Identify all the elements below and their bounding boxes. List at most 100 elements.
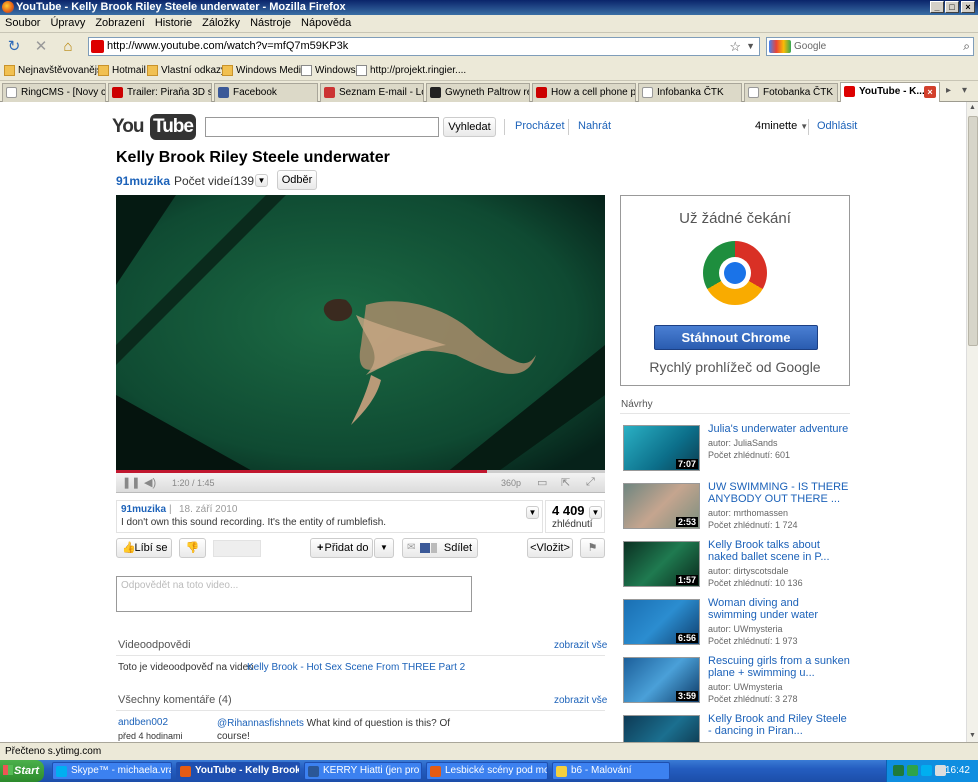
suggestion-title[interactable]: UW SWIMMING - IS THERE ANYBODY OUT THERE… xyxy=(708,481,850,505)
tab[interactable]: Seznam E-mail - Login xyxy=(320,83,424,102)
menu-view[interactable]: Zobrazení xyxy=(90,15,150,29)
search-bar[interactable]: Google ⌕ xyxy=(766,37,974,56)
menu-history[interactable]: Historie xyxy=(150,15,197,29)
suggestion-item[interactable]: 2:53 UW SWIMMING - IS THERE ANYBODY OUT … xyxy=(621,481,851,535)
close-tab-icon[interactable]: × xyxy=(924,86,936,98)
bookmark-star-icon[interactable]: ☆ xyxy=(729,38,741,55)
reload-icon[interactable]: ↻ xyxy=(5,38,23,56)
tab-active[interactable]: YouTube - K... × xyxy=(840,82,940,103)
close-window-button[interactable]: × xyxy=(961,1,975,13)
flag-icon[interactable]: ⚑ xyxy=(580,538,605,558)
dislike-button[interactable]: 👎 xyxy=(179,538,206,558)
suggestion-title[interactable]: Julia's underwater adventure xyxy=(708,423,850,435)
progress-bar[interactable] xyxy=(116,470,605,473)
tab[interactable]: Infobanka ČTK xyxy=(638,83,742,102)
pause-icon[interactable]: ❚❚ xyxy=(122,476,140,489)
embed-button[interactable]: <Vložit> xyxy=(527,538,573,558)
comment-mention[interactable]: @Rihannasfishnets xyxy=(217,718,304,729)
youtube-logo[interactable]: You Tube xyxy=(112,114,196,140)
share-button[interactable]: ✉ Sdílet xyxy=(402,538,478,558)
maximize-button[interactable]: □ xyxy=(945,1,959,13)
suggestion-thumbnail[interactable] xyxy=(623,715,700,742)
show-all-comments-link[interactable]: zobrazit vše xyxy=(554,695,607,706)
tab-scroll-icon[interactable]: ▸ xyxy=(946,85,951,96)
uploader-link[interactable]: 91muzika xyxy=(121,504,166,515)
menu-file[interactable]: Soubor xyxy=(0,15,45,29)
start-button[interactable]: Start xyxy=(0,760,44,782)
taskbar-item[interactable]: Lesbické scény pod mors... xyxy=(426,762,548,780)
search-icon[interactable]: ⌕ xyxy=(963,38,970,55)
more-info-icon[interactable]: ▼ xyxy=(526,506,539,519)
suggestion-item[interactable]: 7:07 Julia's underwater adventure autor:… xyxy=(621,423,851,477)
download-chrome-button[interactable]: Stáhnout Chrome xyxy=(654,325,818,350)
add-to-button[interactable]: + Přidat do xyxy=(310,538,373,558)
suggestion-title[interactable]: Woman diving and swimming under water xyxy=(708,597,850,621)
show-all-responses-link[interactable]: zobrazit vše xyxy=(554,640,607,651)
user-menu[interactable]: 4minette ▼ xyxy=(755,120,808,132)
suggestion-item[interactable]: 3:59 Rescuing girls from a sunken plane … xyxy=(621,655,851,709)
suggestion-title[interactable]: Rescuing girls from a sunken plane + swi… xyxy=(708,655,850,679)
google-engine-icon[interactable] xyxy=(769,40,791,53)
tab[interactable]: Gwyneth Paltrow re... xyxy=(426,83,530,102)
network-icon[interactable] xyxy=(893,765,904,776)
tab[interactable]: Facebook xyxy=(214,83,318,102)
url-dropdown-icon[interactable]: ▼ xyxy=(746,38,755,55)
browse-link[interactable]: Procházet xyxy=(515,120,565,132)
bookmark-item[interactable]: Vlastní odkazy xyxy=(147,64,226,78)
menu-edit[interactable]: Úpravy xyxy=(45,15,90,29)
menu-bookmarks[interactable]: Záložky xyxy=(197,15,245,29)
channel-link[interactable]: 91muzika xyxy=(116,174,170,188)
stop-icon[interactable]: ✕ xyxy=(32,38,50,56)
suggestion-title[interactable]: Kelly Brook talks about naked ballet sce… xyxy=(708,539,850,563)
expand-icon[interactable]: ⇱ xyxy=(561,476,570,489)
quality-selector[interactable]: 360p xyxy=(501,478,521,488)
antivirus-icon[interactable] xyxy=(907,765,918,776)
bookmark-item[interactable]: Windows xyxy=(301,64,356,78)
suggestion-thumbnail[interactable]: 6:56 xyxy=(623,599,700,645)
stats-icon[interactable]: ▼ xyxy=(589,506,602,519)
suggestion-thumbnail[interactable]: 3:59 xyxy=(623,657,700,703)
taskbar-item-active[interactable]: YouTube - Kelly Brook... xyxy=(176,762,300,780)
bookmark-item[interactable]: Hotmail xyxy=(98,64,146,78)
chrome-ad[interactable]: Už žádné čekání Stáhnout Chrome Rychlý p… xyxy=(620,195,850,386)
home-icon[interactable]: ⌂ xyxy=(59,38,77,56)
like-button[interactable]: 👍 Líbí se xyxy=(116,538,172,558)
bookmark-item[interactable]: Nejnavštěvovanější xyxy=(4,64,105,78)
suggestion-thumbnail[interactable]: 7:07 xyxy=(623,425,700,471)
reply-input[interactable]: Odpovědět na toto video... xyxy=(116,576,472,612)
scroll-down-icon[interactable]: ▼ xyxy=(967,730,978,742)
menu-tools[interactable]: Nástroje xyxy=(245,15,296,29)
bookmark-item[interactable]: Windows Media xyxy=(222,64,307,78)
suggestion-thumbnail[interactable]: 2:53 xyxy=(623,483,700,529)
skype-tray-icon[interactable] xyxy=(921,765,932,776)
tab[interactable]: How a cell phone pi... xyxy=(532,83,636,102)
suggestion-item[interactable]: 1:57 Kelly Brook talks about naked balle… xyxy=(621,539,851,593)
url-bar[interactable]: http://www.youtube.com/watch?v=mfQ7m59KP… xyxy=(88,37,760,56)
popout-icon[interactable]: ▭ xyxy=(537,476,547,489)
taskbar-item[interactable]: KERRY Hiatti (jen pro čte... xyxy=(304,762,422,780)
menu-help[interactable]: Nápověda xyxy=(296,15,356,29)
tab[interactable]: RingCMS - [Novy cl... xyxy=(2,83,106,102)
tab[interactable]: Fotobanka ČTK xyxy=(744,83,838,102)
channel-dropdown-icon[interactable]: ▼ xyxy=(255,174,268,187)
minimize-button[interactable]: _ xyxy=(930,1,944,13)
scrollbar-thumb[interactable] xyxy=(968,116,978,346)
comment-author[interactable]: andben002 xyxy=(118,717,168,728)
add-to-dropdown-icon[interactable]: ▼ xyxy=(374,538,394,558)
youtube-search-input[interactable] xyxy=(205,117,439,137)
suggestion-item[interactable]: 6:56 Woman diving and swimming under wat… xyxy=(621,597,851,651)
suggestion-item[interactable]: Kelly Brook and Riley Steele - dancing i… xyxy=(621,713,851,742)
volume-tray-icon[interactable] xyxy=(935,765,946,776)
upload-link[interactable]: Nahrát xyxy=(578,120,611,132)
logout-link[interactable]: Odhlásit xyxy=(817,120,857,132)
video-player[interactable] xyxy=(116,195,605,473)
volume-icon[interactable]: ◀) xyxy=(144,476,156,489)
search-button[interactable]: Vyhledat xyxy=(443,117,496,137)
tab[interactable]: Trailer: Piraňa 3D si... xyxy=(108,83,212,102)
fullscreen-icon[interactable]: ⤢ xyxy=(586,476,595,489)
suggestion-title[interactable]: Kelly Brook and Riley Steele - dancing i… xyxy=(708,713,850,737)
response-video-link[interactable]: Kelly Brook - Hot Sex Scene From THREE P… xyxy=(247,662,465,673)
subscribe-button[interactable]: Odběr xyxy=(277,170,317,190)
taskbar-item[interactable]: b6 - Malování xyxy=(552,762,670,780)
suggestion-thumbnail[interactable]: 1:57 xyxy=(623,541,700,587)
